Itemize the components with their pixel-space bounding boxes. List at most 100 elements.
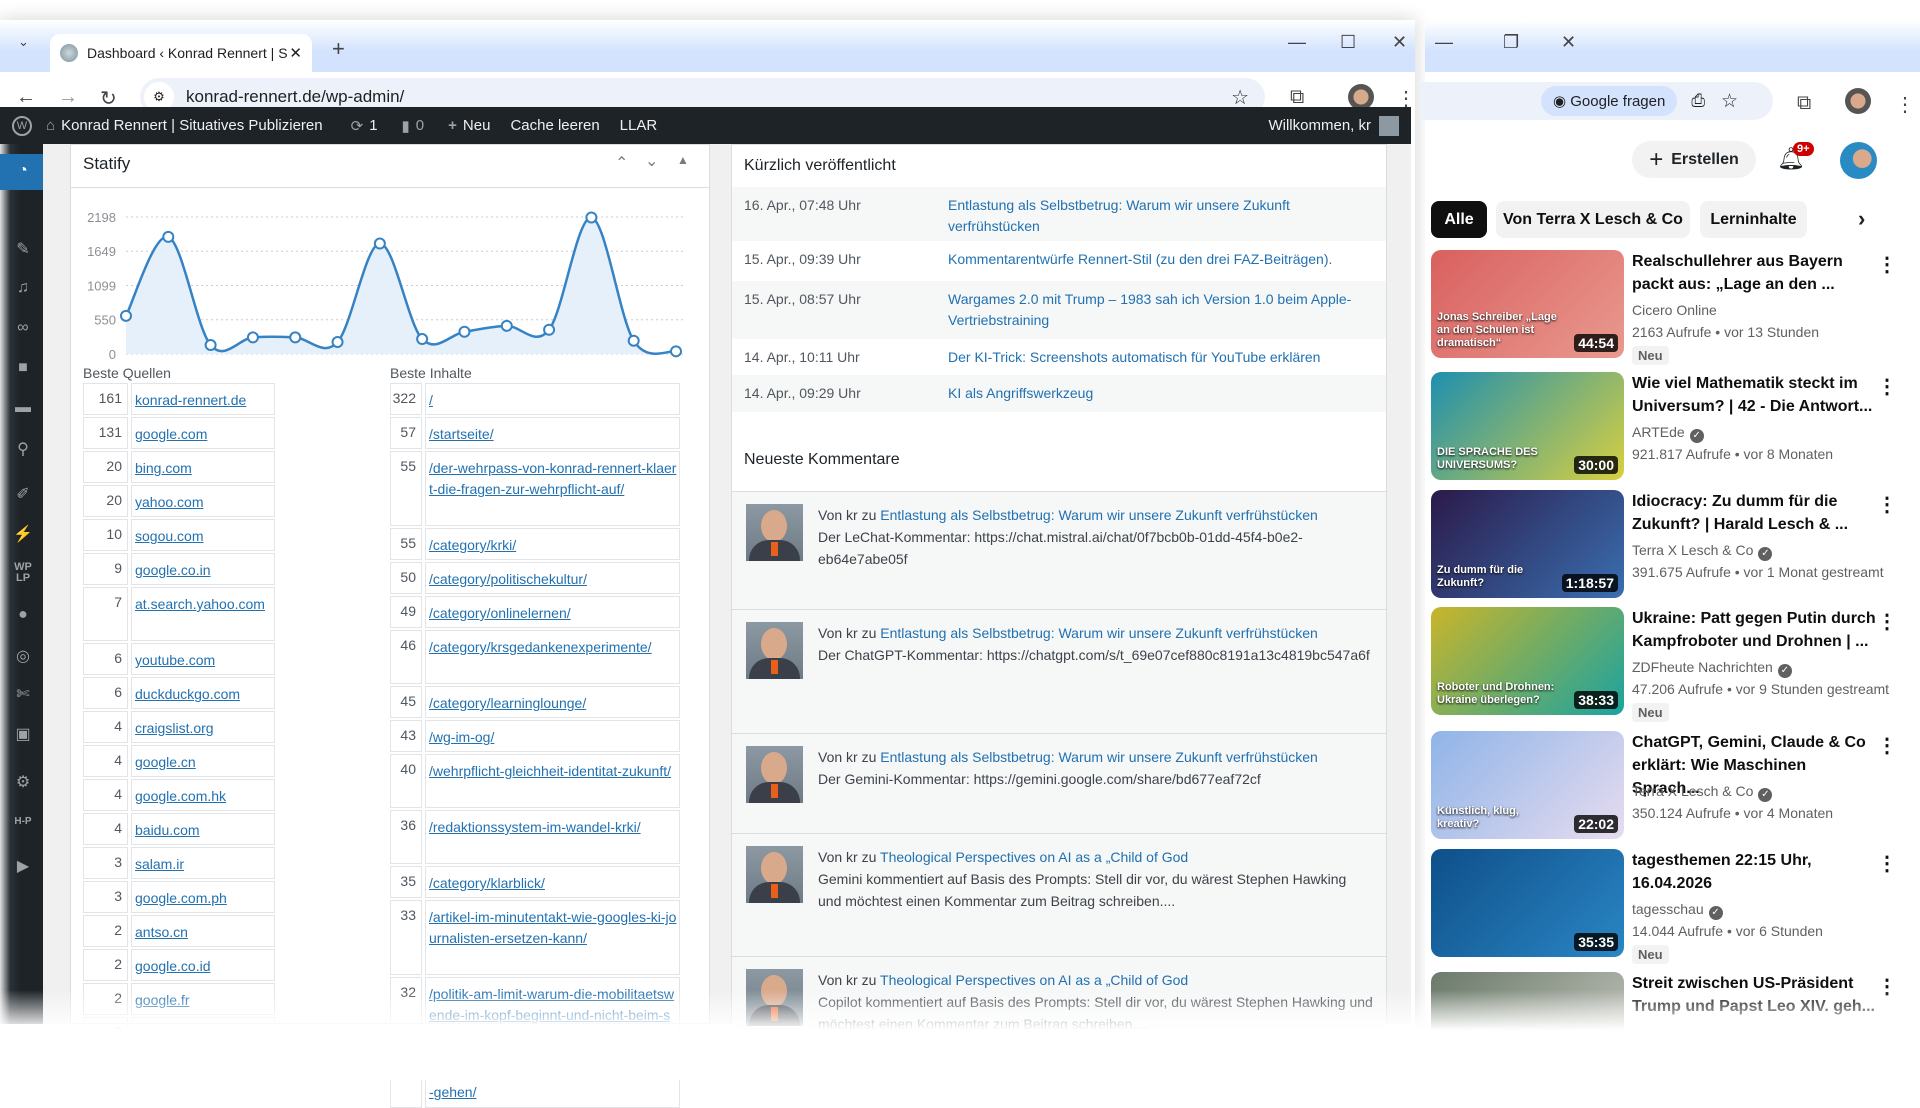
source-link[interactable]: at.search.yahoo.com (131, 587, 275, 641)
appearance-brush-icon[interactable]: ✐ (12, 484, 34, 504)
video-item[interactable]: DIE SPRACHE DES UNIVERSUMS? 30:00 Wie viel… (1431, 372, 1911, 484)
h5p-icon[interactable]: H-P (12, 816, 34, 827)
source-link[interactable]: google.co.id (131, 949, 275, 981)
user-settings-icon[interactable]: ⚙ (12, 772, 34, 792)
comment-post-link[interactable]: Theological Perspectives on AI as a „Chi… (880, 849, 1188, 865)
more-actions-icon[interactable]: ⋮ (1877, 374, 1897, 399)
source-link[interactable]: antso.cn (131, 915, 275, 947)
video-title[interactable]: tagesthemen 22:15 Uhr, 16.04.2026 (1632, 849, 1877, 895)
video-thumbnail[interactable]: 35:35 (1431, 849, 1624, 957)
restore-button[interactable]: ❐ (1503, 32, 1519, 53)
comment-post-link[interactable]: Entlastung als Selbstbetrug: Warum wir u… (880, 749, 1318, 765)
content-link[interactable]: /artikel-im-minutentakt-wie-googles-ki-j… (425, 900, 680, 975)
content-link[interactable]: /wehrpflicht-gleichheit-identitat-zukunf… (425, 754, 680, 808)
profile-avatar[interactable] (1845, 88, 1871, 114)
tools-wrench-icon[interactable]: ✄ (12, 684, 34, 704)
source-link[interactable]: youtube.com (131, 643, 275, 675)
video-title[interactable]: Ukraine: Patt gegen Putin durch Kampfrob… (1632, 607, 1877, 653)
source-link[interactable]: konrad-rennert.de (131, 383, 275, 415)
channel-name[interactable]: tagesschau (1632, 901, 1704, 917)
commenter-avatar[interactable] (746, 622, 803, 679)
data-point[interactable] (204, 339, 217, 352)
video-thumbnail[interactable]: Zu dumm für die Zukunft? 1:18:57 (1431, 490, 1624, 598)
data-point[interactable] (627, 334, 640, 347)
account-avatar[interactable] (1840, 142, 1877, 179)
commenter-avatar[interactable] (746, 746, 803, 803)
source-link[interactable]: baidu.com (131, 813, 275, 845)
extensions-icon[interactable]: ⧉ (1290, 86, 1304, 109)
source-link[interactable]: sogou.com (131, 519, 275, 551)
data-point[interactable] (331, 336, 344, 349)
data-point[interactable] (543, 323, 556, 336)
content-link[interactable]: /category/onlinelernen/ (425, 596, 680, 628)
data-point[interactable] (585, 211, 598, 224)
video-thumbnail[interactable]: Künstlich, klug, kreativ? 22:02 (1431, 731, 1624, 839)
comments-icon[interactable]: ▬ (12, 399, 34, 417)
close-window-button[interactable]: ✕ (1392, 32, 1407, 53)
filter-chip[interactable]: Alle (1431, 201, 1487, 238)
data-point[interactable] (670, 345, 682, 358)
data-point[interactable] (289, 331, 302, 344)
data-point[interactable] (246, 331, 259, 344)
content-link[interactable]: /redaktionssystem-im-wandel-krki/ (425, 810, 680, 864)
video-item[interactable]: 35:35 tagesthemen 22:15 Uhr, 16.04.2026 ⋮ t… (1431, 849, 1911, 964)
video-item[interactable]: Künstlich, klug, kreativ? 22:02 ChatGPT, G… (1431, 731, 1911, 843)
create-button[interactable]: + Erstellen (1632, 141, 1756, 178)
post-title-link[interactable]: Wargames 2.0 mit Trump – 1983 sah ich Ve… (948, 289, 1368, 331)
users-icon[interactable]: ● (12, 606, 34, 624)
source-link[interactable]: bing.com (131, 451, 275, 483)
menu-icon[interactable]: ⋮ (1895, 92, 1915, 117)
new-content-link[interactable]: Neu (463, 117, 491, 134)
video-item[interactable]: Roboter und Drohnen: Ukraine überlegen? 3… (1431, 607, 1911, 722)
content-link[interactable]: / (425, 383, 680, 415)
cache-clear-link[interactable]: Cache leeren (510, 117, 599, 134)
maximize-button[interactable]: ☐ (1340, 32, 1356, 53)
user-avatar[interactable] (1379, 115, 1399, 136)
more-actions-icon[interactable]: ⋮ (1877, 609, 1897, 634)
source-link[interactable]: salam.ir (131, 847, 275, 879)
post-title-link[interactable]: Kommentarentwürfe Rennert-Stil (zu den d… (948, 249, 1368, 270)
content-link[interactable]: /wg-im-og/ (425, 720, 680, 752)
site-name-link[interactable]: Konrad Rennert | Situatives Publizieren (61, 117, 323, 134)
source-link[interactable]: google.cn (131, 745, 275, 777)
url-text[interactable]: konrad-rennert.de/wp-admin/ (186, 87, 404, 107)
bookmark-star-icon[interactable]: ☆ (1231, 85, 1249, 110)
filter-chip[interactable]: Von Terra X Lesch & Co (1496, 201, 1690, 238)
bookmark-star-icon[interactable]: ☆ (1721, 90, 1738, 113)
source-link[interactable]: google.com (131, 417, 275, 449)
google-ask-button[interactable]: ◉ Google fragen (1541, 86, 1678, 116)
video-thumbnail[interactable]: DIE SPRACHE DES UNIVERSUMS? 30:00 (1431, 372, 1624, 480)
video-title[interactable]: Realschullehrer aus Bayern packt aus: „L… (1632, 250, 1877, 296)
content-link[interactable]: /category/krki/ (425, 528, 680, 560)
more-actions-icon[interactable]: ⋮ (1877, 252, 1897, 277)
data-point[interactable] (500, 319, 513, 332)
source-link[interactable]: yahoo.com (131, 485, 275, 517)
source-link[interactable]: google.co.in (131, 553, 275, 585)
collapse-toggle-icon[interactable]: ▲ (677, 153, 689, 167)
install-app-icon[interactable]: ⎙ (1691, 91, 1705, 111)
link-icon[interactable]: ∞ (12, 319, 34, 337)
content-link[interactable]: /category/krsgedankenexperimente/ (425, 630, 680, 684)
content-link[interactable]: /category/learninglounge/ (425, 686, 680, 718)
video-item[interactable]: Jonas Schreiber „Lage an den Schulen ist… (1431, 250, 1911, 365)
tab-search-chevron-icon[interactable]: ⌄ (18, 34, 29, 50)
channel-name[interactable]: ZDFheute Nachrichten (1632, 659, 1773, 675)
comment-post-link[interactable]: Entlastung als Selbstbetrug: Warum wir u… (880, 507, 1318, 523)
back-icon[interactable]: ← (16, 86, 36, 109)
move-up-icon[interactable]: ⌃ (615, 153, 628, 173)
source-link[interactable]: craigslist.org (131, 711, 275, 743)
move-down-icon[interactable]: ⌄ (645, 151, 658, 171)
minimize-button[interactable]: — (1288, 32, 1306, 53)
data-point[interactable] (416, 333, 429, 346)
more-actions-icon[interactable]: ⋮ (1877, 851, 1897, 876)
pages-icon[interactable]: ■ (12, 359, 34, 377)
sidebar-item-dashboard[interactable]: ◔ (0, 154, 43, 190)
video-thumbnail[interactable]: Roboter und Drohnen: Ukraine überlegen? 3… (1431, 607, 1624, 715)
content-link[interactable]: /der-wehrpass-von-konrad-rennert-klaert-… (425, 451, 680, 526)
pin-icon[interactable]: ✎ (12, 239, 34, 259)
search-icon[interactable]: ⚲ (12, 439, 34, 459)
data-point[interactable] (162, 230, 175, 243)
commenter-avatar[interactable] (746, 504, 803, 561)
video-title[interactable]: Wie viel Mathematik steckt im Universum?… (1632, 372, 1877, 418)
wplp-icon[interactable]: WP LP (12, 562, 34, 584)
